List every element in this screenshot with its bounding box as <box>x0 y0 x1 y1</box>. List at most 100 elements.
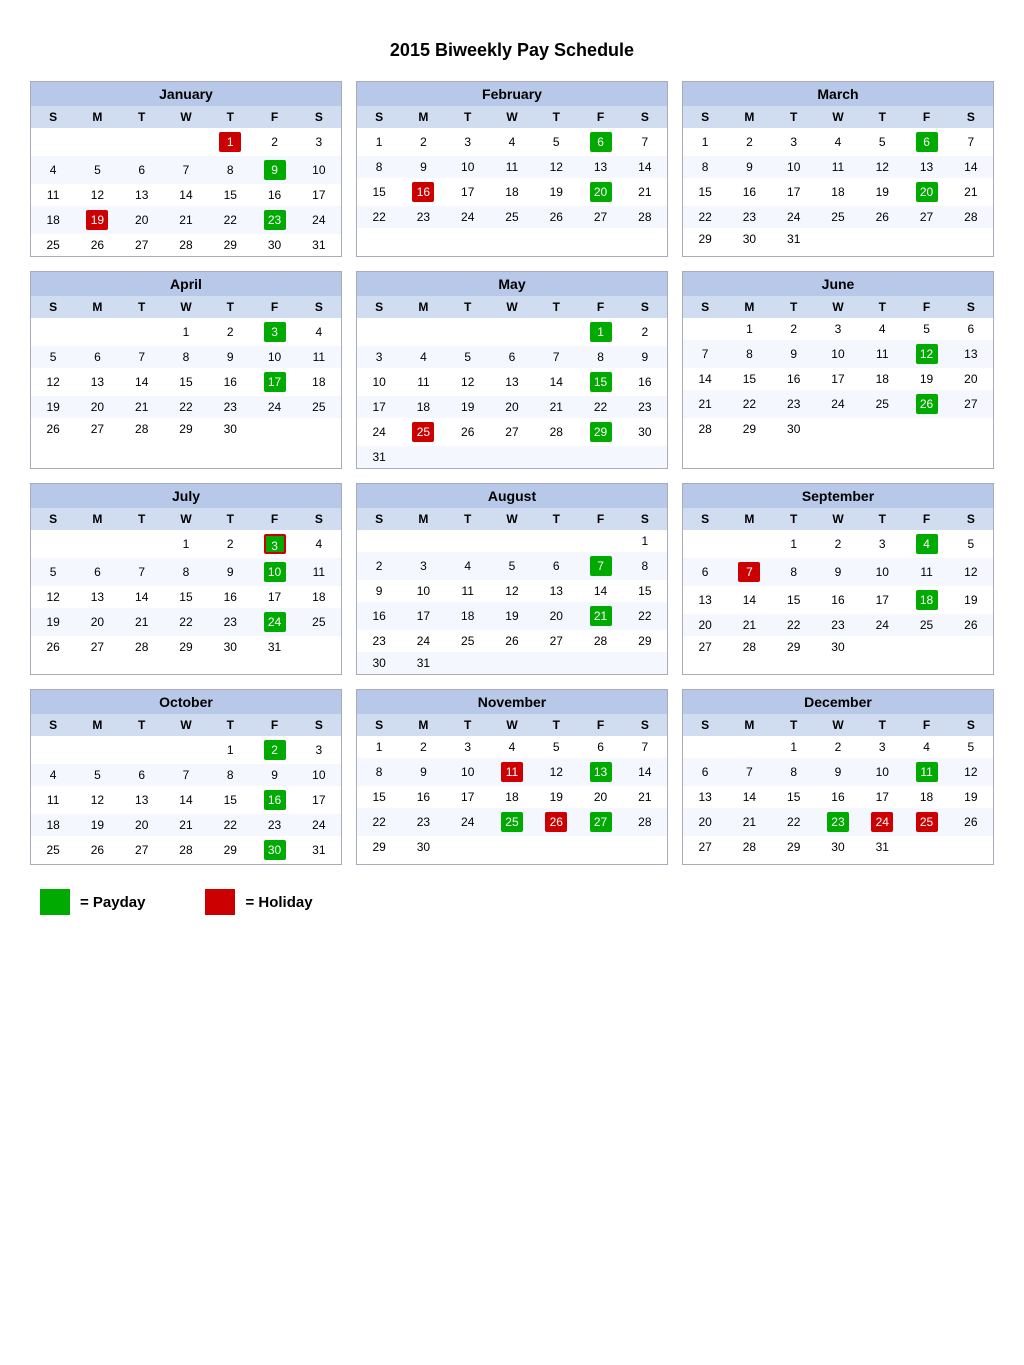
calendar-cell: 24 <box>297 206 341 234</box>
day-header: F <box>904 508 948 530</box>
day-header: T <box>772 296 816 318</box>
calendar-row: 23242526272829 <box>357 630 667 652</box>
calendar-row: 12345 <box>683 736 993 758</box>
calendar-cell: 17 <box>860 786 904 808</box>
month-header-december: December <box>683 690 993 714</box>
calendar-cell <box>578 836 622 858</box>
calendar-cell: 19 <box>534 178 578 206</box>
calendar-row: 1234 <box>31 530 341 558</box>
calendar-cell: 4 <box>297 530 341 558</box>
calendar-cell <box>446 652 490 674</box>
day-header: T <box>120 508 164 530</box>
calendar-cell: 18 <box>31 206 75 234</box>
calendar-row: 12 <box>357 318 667 346</box>
calendar-cell: 28 <box>578 630 622 652</box>
calendar-row: 3031 <box>357 652 667 674</box>
calendar-cell: 2 <box>772 318 816 340</box>
calendar-cell: 15 <box>164 368 208 396</box>
day-header: M <box>401 508 445 530</box>
calendar-row: 3456789 <box>357 346 667 368</box>
payday-indicator: 24 <box>264 612 286 632</box>
calendar-table-november: SMTWTFS123456789101112131415161718192021… <box>357 714 667 858</box>
calendar-row: 2930 <box>357 836 667 858</box>
calendar-cell: 20 <box>578 178 622 206</box>
day-header: T <box>772 106 816 128</box>
calendar-cell: 12 <box>904 340 948 368</box>
calendar-cell: 15 <box>164 586 208 608</box>
calendar-cell: 28 <box>683 418 727 440</box>
calendar-cell: 11 <box>401 368 445 396</box>
payday-legend-label: = Payday <box>80 894 145 911</box>
calendar-cell: 13 <box>578 758 622 786</box>
calendar-cell: 19 <box>75 814 119 836</box>
calendar-cell <box>904 636 948 658</box>
calendar-cell: 16 <box>727 178 771 206</box>
calendar-row: 2627282930 <box>31 418 341 440</box>
calendar-cell: 20 <box>683 614 727 636</box>
calendar-cell: 14 <box>949 156 993 178</box>
legend: = Payday = Holiday <box>30 889 994 915</box>
calendar-cell: 24 <box>860 614 904 636</box>
calendar-cell: 21 <box>623 178 667 206</box>
calendar-cell: 3 <box>860 736 904 758</box>
payday-indicator: 17 <box>264 372 286 392</box>
calendar-cell: 3 <box>357 346 401 368</box>
calendar-cell: 31 <box>252 636 296 658</box>
day-header: T <box>772 508 816 530</box>
calendar-cell: 21 <box>534 396 578 418</box>
calendar-cell: 9 <box>401 156 445 178</box>
calendar-cell: 23 <box>208 608 252 636</box>
day-header: F <box>904 106 948 128</box>
calendar-cell: 10 <box>297 156 341 184</box>
calendar-cell: 8 <box>164 558 208 586</box>
calendar-cell: 1 <box>772 530 816 558</box>
calendar-cell: 27 <box>120 836 164 864</box>
calendar-cell: 12 <box>75 184 119 206</box>
payday-holiday-indicator: 3 <box>264 534 286 554</box>
day-header: T <box>534 714 578 736</box>
calendar-cell: 29 <box>623 630 667 652</box>
calendar-cell: 26 <box>31 418 75 440</box>
calendar-row: 12131415161718 <box>31 586 341 608</box>
calendar-table-june: SMTWTFS123456789101112131415161718192021… <box>683 296 993 440</box>
month-block-august: AugustSMTWTFS123456789101112131415161718… <box>356 483 668 675</box>
calendar-cell: 8 <box>208 764 252 786</box>
calendar-cell: 6 <box>120 156 164 184</box>
calendar-cell: 14 <box>164 786 208 814</box>
calendar-cell: 7 <box>623 128 667 156</box>
calendar-cell: 3 <box>772 128 816 156</box>
calendar-cell: 2 <box>208 318 252 346</box>
payday-indicator: 20 <box>916 182 938 202</box>
calendar-row: 15161718192021 <box>357 178 667 206</box>
calendar-cell: 15 <box>772 586 816 614</box>
calendar-cell: 25 <box>401 418 445 446</box>
calendar-table-january: SMTWTFS123456789101112131415161718192021… <box>31 106 341 256</box>
calendar-cell: 5 <box>490 552 534 580</box>
calendar-cell: 17 <box>297 786 341 814</box>
calendar-cell: 9 <box>623 346 667 368</box>
calendar-cell: 21 <box>949 178 993 206</box>
day-header: M <box>401 106 445 128</box>
calendar-cell: 2 <box>357 552 401 580</box>
calendar-cell: 1 <box>357 128 401 156</box>
day-header: S <box>949 508 993 530</box>
calendar-cell: 26 <box>534 808 578 836</box>
day-header: F <box>578 714 622 736</box>
calendar-cell <box>860 636 904 658</box>
calendar-cell: 1 <box>772 736 816 758</box>
calendar-cell <box>490 836 534 858</box>
calendar-cell <box>164 736 208 764</box>
calendar-cell <box>357 530 401 552</box>
calendar-row: 293031 <box>683 228 993 250</box>
calendar-row: 24252627282930 <box>357 418 667 446</box>
day-header: T <box>446 508 490 530</box>
calendar-cell: 11 <box>860 340 904 368</box>
day-header: T <box>860 106 904 128</box>
calendar-cell: 13 <box>75 368 119 396</box>
calendar-cell: 5 <box>949 530 993 558</box>
calendar-cell: 5 <box>534 736 578 758</box>
calendar-cell: 31 <box>357 446 401 468</box>
calendar-cell: 14 <box>623 758 667 786</box>
calendar-cell: 26 <box>534 206 578 228</box>
calendar-row: 567891011 <box>31 346 341 368</box>
